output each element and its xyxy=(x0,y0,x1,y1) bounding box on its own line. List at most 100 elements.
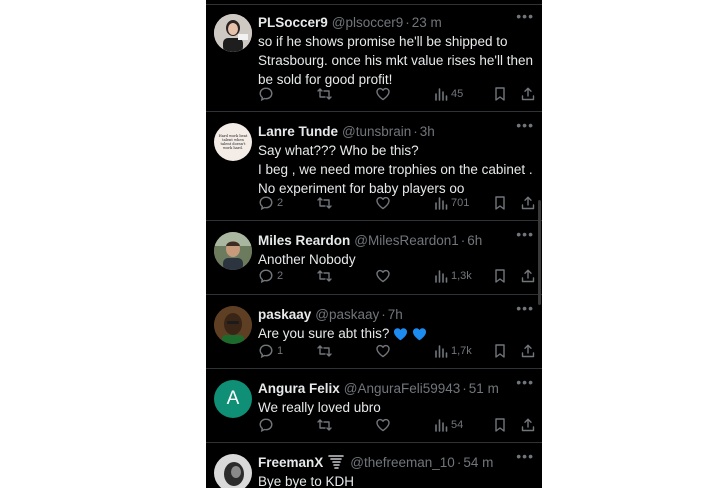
like-button[interactable] xyxy=(375,193,391,213)
retweet-icon xyxy=(317,197,332,209)
separator-dot: · xyxy=(460,232,466,248)
timestamp[interactable]: 23 m xyxy=(412,15,442,30)
author-name[interactable]: FreemanX xyxy=(258,455,323,470)
views-count: 1,3k xyxy=(451,270,472,282)
views-button[interactable]: 54 xyxy=(434,415,463,435)
bookmark-icon xyxy=(495,344,505,358)
author-handle[interactable]: @thefreeman_10 xyxy=(350,455,455,470)
views-button[interactable]: 701 xyxy=(434,193,469,213)
bookmark-button[interactable] xyxy=(493,266,507,286)
share-icon xyxy=(521,344,535,358)
bookmark-button[interactable] xyxy=(493,341,507,361)
share-button[interactable] xyxy=(520,193,536,213)
bookmark-button[interactable] xyxy=(493,415,507,435)
avatar[interactable] xyxy=(214,454,252,488)
avatar-image xyxy=(214,232,252,270)
tweet-lanre-tunde[interactable]: Hard work beat talent when talent doesn'… xyxy=(206,115,542,219)
reply-icon xyxy=(259,344,273,359)
more-icon[interactable]: ••• xyxy=(516,226,534,242)
tweet-text-line: Are you sure abt this? xyxy=(258,326,390,341)
bookmark-button[interactable] xyxy=(493,193,507,213)
views-count: 1,7k xyxy=(451,345,472,357)
like-icon xyxy=(376,344,390,358)
reply-icon xyxy=(259,418,273,433)
share-icon xyxy=(521,269,535,283)
reply-icon xyxy=(259,269,273,284)
views-icon xyxy=(435,88,448,101)
like-button[interactable] xyxy=(375,266,391,286)
share-icon xyxy=(521,196,535,210)
retweet-button[interactable] xyxy=(316,193,333,213)
more-icon[interactable]: ••• xyxy=(516,300,534,316)
tweet-divider xyxy=(206,4,542,5)
views-button[interactable]: 45 xyxy=(434,84,463,104)
author-name[interactable]: Miles Reardon xyxy=(258,233,350,248)
timestamp[interactable]: 54 m xyxy=(463,455,493,470)
views-icon xyxy=(435,270,448,283)
more-icon[interactable]: ••• xyxy=(516,374,534,390)
more-icon[interactable]: ••• xyxy=(516,448,534,464)
tweet-text-line: Say what??? Who be this? xyxy=(258,143,419,158)
bookmark-icon xyxy=(495,269,505,283)
author-handle[interactable]: @plsoccer9 xyxy=(332,15,403,30)
views-button[interactable]: 1,3k xyxy=(434,266,472,286)
more-icon[interactable]: ••• xyxy=(516,8,534,24)
timestamp[interactable]: 51 m xyxy=(469,381,499,396)
share-button[interactable] xyxy=(520,84,536,104)
bookmark-button[interactable] xyxy=(493,84,507,104)
tweet-miles-reardon[interactable]: Miles Reardon @MilesReardon1 · 6h Anothe… xyxy=(206,224,542,292)
like-button[interactable] xyxy=(375,84,391,104)
timestamp[interactable]: 3h xyxy=(420,124,435,139)
share-button[interactable] xyxy=(520,266,536,286)
retweet-icon xyxy=(317,270,332,282)
author-name[interactable]: Lanre Tunde xyxy=(258,124,338,139)
author-name[interactable]: paskaay xyxy=(258,307,311,322)
like-icon xyxy=(376,87,390,101)
reply-button[interactable] xyxy=(258,84,277,104)
tweet-text-line: Bye bye to KDH xyxy=(258,474,355,488)
retweet-button[interactable] xyxy=(316,415,333,435)
timeline-panel: PLSoccer9 @plsoccer9 · 23 m so if he sho… xyxy=(206,0,542,488)
tweet-paskaay[interactable]: paskaay @paskaay · 7h Are you sure abt t… xyxy=(206,298,542,366)
retweet-button[interactable] xyxy=(316,266,333,286)
like-button[interactable] xyxy=(375,341,391,361)
avatar[interactable] xyxy=(214,306,252,344)
avatar[interactable] xyxy=(214,14,252,52)
scrollbar[interactable] xyxy=(538,200,541,305)
avatar[interactable]: Hard work beat talent when talent doesn'… xyxy=(214,123,252,161)
timestamp[interactable]: 7h xyxy=(388,307,403,322)
author-handle[interactable]: @paskaay xyxy=(315,307,379,322)
avatar[interactable] xyxy=(214,232,252,270)
author-name[interactable]: PLSoccer9 xyxy=(258,15,328,30)
separator-dot: · xyxy=(462,380,467,396)
reply-count: 2 xyxy=(277,197,284,209)
reply-button[interactable] xyxy=(258,415,277,435)
reply-button[interactable]: 2 xyxy=(258,266,283,286)
views-count: 54 xyxy=(451,419,464,431)
retweet-button[interactable] xyxy=(316,84,333,104)
tweet-divider xyxy=(206,368,542,369)
timestamp[interactable]: 6h xyxy=(467,233,482,248)
tweet-text: Bye bye to KDH xyxy=(258,472,534,488)
avatar[interactable]: A xyxy=(214,380,252,418)
share-button[interactable] xyxy=(520,341,536,361)
author-handle[interactable]: @tunsbrain xyxy=(342,124,411,139)
share-button[interactable] xyxy=(520,415,536,435)
tweet-freemanx[interactable]: FreemanX @thefreeman_10 · 54 m Bye bye t… xyxy=(206,446,542,488)
author-handle[interactable]: @MilesReardon1 xyxy=(354,233,459,248)
tweet-angura-felix[interactable]: A Angura Felix @AnguraFeli59943 · 51 m W… xyxy=(206,372,542,440)
author-handle[interactable]: @AnguraFeli59943 xyxy=(344,381,461,396)
reply-button[interactable]: 1 xyxy=(258,341,283,361)
views-button[interactable]: 1,7k xyxy=(434,341,472,361)
tweet-divider xyxy=(206,111,542,112)
reply-button[interactable]: 2 xyxy=(258,193,283,213)
separator-dot: · xyxy=(413,123,418,139)
more-icon[interactable]: ••• xyxy=(516,117,534,133)
tweet-plsoccer9[interactable]: PLSoccer9 @plsoccer9 · 23 m so if he sho… xyxy=(206,6,542,108)
separator-dot: · xyxy=(456,454,462,470)
reply-count: 2 xyxy=(277,270,284,282)
share-icon xyxy=(521,87,535,101)
author-name[interactable]: Angura Felix xyxy=(258,381,340,396)
retweet-button[interactable] xyxy=(316,341,333,361)
like-button[interactable] xyxy=(375,415,391,435)
